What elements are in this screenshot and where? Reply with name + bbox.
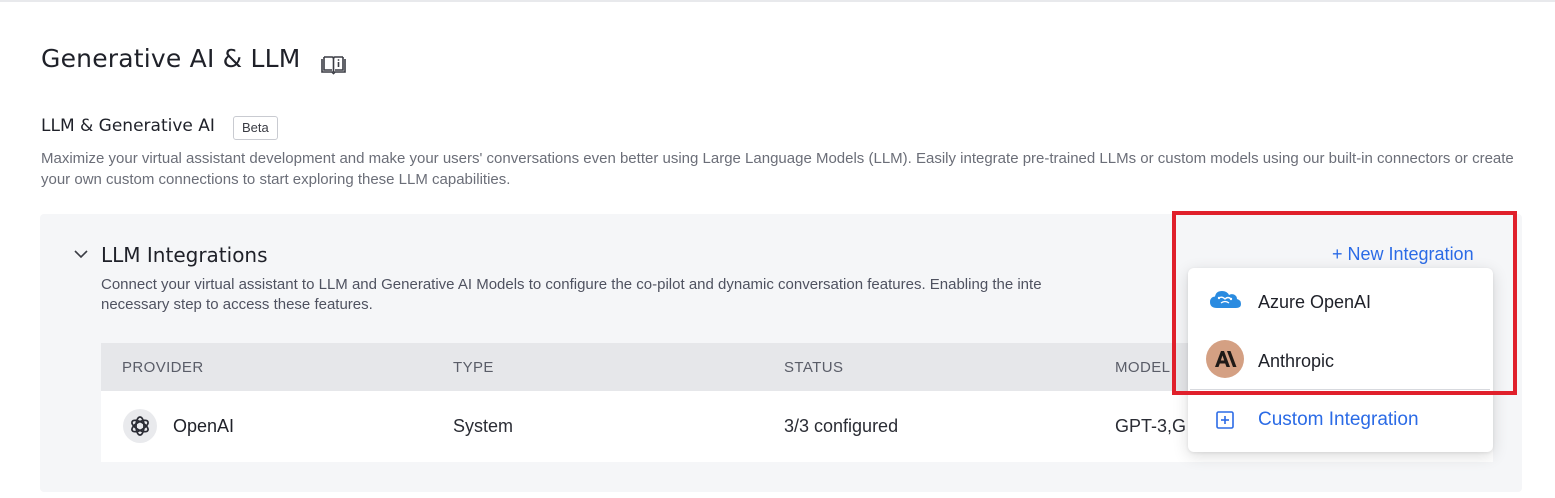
column-header-type[interactable]: TYPE bbox=[453, 359, 494, 376]
panel-description: Connect your virtual assistant to LLM an… bbox=[101, 275, 1181, 315]
new-integration-menu: Azure OpenAI Anthropic Custom Integratio… bbox=[1188, 268, 1493, 452]
model-cell: GPT-3,G bbox=[1115, 416, 1187, 436]
menu-item-azure-openai[interactable]: Azure OpenAI bbox=[1188, 271, 1493, 329]
status-cell: 3/3 configured bbox=[784, 416, 899, 436]
menu-item-label: Anthropic bbox=[1258, 351, 1335, 371]
menu-item-anthropic[interactable]: Anthropic bbox=[1188, 330, 1493, 388]
openai-logo-icon bbox=[123, 409, 157, 443]
page-title: Generative AI & LLM bbox=[41, 44, 301, 73]
provider-cell[interactable]: OpenAI bbox=[173, 416, 234, 437]
azure-openai-icon bbox=[1210, 291, 1241, 308]
top-divider bbox=[0, 0, 1555, 2]
beta-badge: Beta bbox=[233, 116, 278, 140]
custom-integration-label[interactable]: Custom Integration bbox=[1258, 409, 1419, 431]
section-title: LLM & Generative AI bbox=[41, 116, 215, 136]
book-icon[interactable] bbox=[320, 55, 347, 75]
plus-square-icon bbox=[1216, 411, 1234, 429]
column-header-model[interactable]: MODEL bbox=[1115, 359, 1170, 376]
column-header-provider[interactable]: PROVIDER bbox=[122, 359, 204, 376]
anthropic-icon bbox=[1206, 340, 1244, 378]
menu-item-label: Azure OpenAI bbox=[1258, 292, 1372, 312]
chevron-down-icon[interactable] bbox=[73, 248, 89, 260]
panel-title: LLM Integrations bbox=[101, 243, 268, 267]
panel-description-line1: Connect your virtual assistant to LLM an… bbox=[101, 276, 1042, 293]
column-header-status[interactable]: STATUS bbox=[784, 359, 843, 376]
new-integration-button[interactable]: + New Integration bbox=[1332, 244, 1474, 265]
menu-divider bbox=[1190, 389, 1490, 390]
section-description: Maximize your virtual assistant developm… bbox=[41, 150, 1514, 188]
type-cell: System bbox=[453, 416, 514, 436]
panel-description-line2: necessary step to access these features. bbox=[101, 296, 373, 313]
